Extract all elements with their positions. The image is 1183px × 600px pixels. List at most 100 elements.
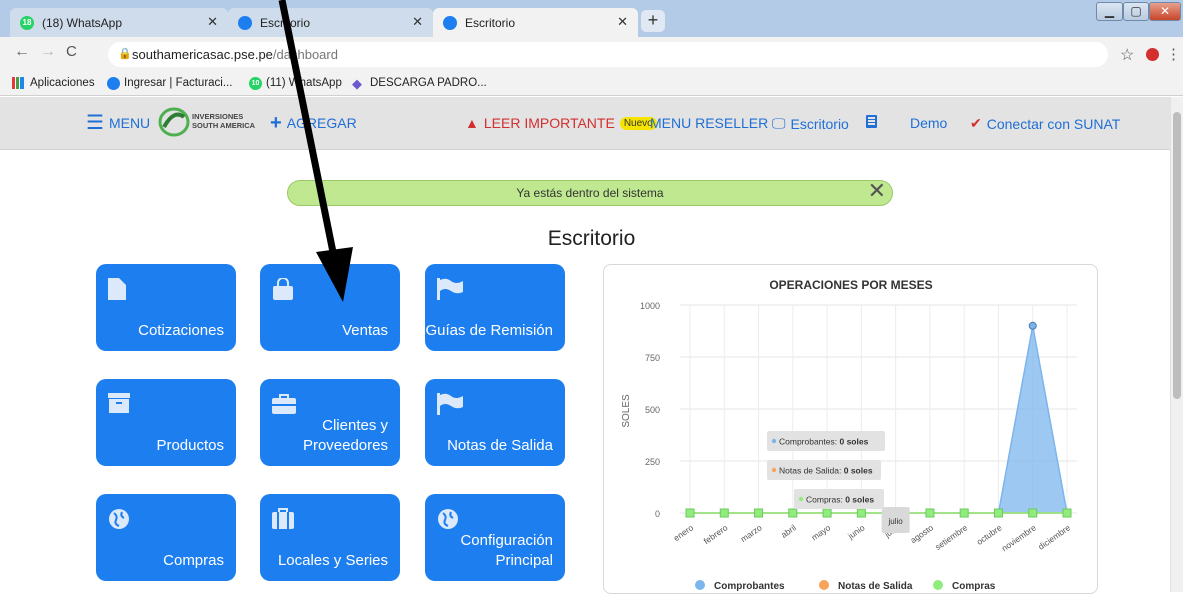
site-icon (443, 15, 457, 30)
company-logo[interactable]: INVERSIONES SOUTH AMERICA (158, 107, 258, 139)
close-icon[interactable]: ✕ (868, 179, 886, 203)
bookmark-whatsapp[interactable]: (11) WhatsApp (266, 77, 342, 89)
document-icon (108, 278, 126, 300)
shopping-bag-icon (273, 278, 293, 300)
new-tab-button[interactable]: + (641, 10, 665, 32)
warning-icon: ▲ (465, 115, 479, 131)
chart-x-tick-label: abril (779, 522, 798, 539)
close-icon[interactable]: ✕ (207, 14, 218, 30)
menu-button[interactable]: ☰ MENU (86, 112, 151, 134)
chart-legend-marker (933, 580, 943, 590)
chart-point (856, 508, 866, 518)
chart-x-tick-label: setiembre (933, 522, 970, 552)
tile-clientes[interactable]: Clientes y Proveedores (260, 379, 400, 466)
close-icon[interactable]: ✕ (617, 14, 628, 30)
hamburger-icon: ☰ (86, 112, 104, 134)
archive-box-icon (108, 393, 130, 413)
reload-icon[interactable]: C (66, 43, 77, 60)
monitor-icon: 🖵 (772, 115, 786, 131)
flag-icon (437, 393, 463, 415)
menu-label: MENU (108, 115, 151, 131)
address-bar[interactable]: 🔒 southamericasac.pse.pe/dashboard (108, 42, 1108, 67)
scrollbar-thumb[interactable] (1173, 112, 1181, 399)
chart-tooltip-marker (771, 467, 777, 473)
chart-y-tick-label: 1000 (640, 301, 660, 311)
conectar-sunat-link[interactable]: ✔ Conectar con SUNAT (970, 115, 1120, 132)
escritorio-link[interactable]: 🖵 Escritorio (772, 115, 849, 132)
chart-tooltip-value: 0 soles (844, 466, 873, 476)
maximize-button[interactable]: ▢ (1123, 2, 1149, 21)
tab-title: Escritorio (260, 15, 311, 30)
tile-productos[interactable]: Productos (96, 379, 236, 466)
chart-tooltip-value: 0 soles (839, 437, 868, 447)
back-icon[interactable]: ← (14, 43, 30, 61)
chart-tooltip-text: Notas de Salida: 0 soles (779, 466, 873, 476)
chart-point (685, 508, 695, 518)
extension-icon[interactable] (1146, 48, 1159, 61)
forward-icon[interactable]: → (40, 43, 56, 61)
chart-point (959, 508, 969, 518)
tile-locales[interactable]: Locales y Series (260, 494, 400, 581)
bookmark-aplicaciones[interactable]: Aplicaciones (30, 77, 95, 89)
kebab-menu-icon[interactable]: ⋮ (1166, 45, 1181, 63)
minimize-button[interactable]: ▁ (1096, 2, 1123, 21)
logo-line-2: SOUTH AMERICA (192, 121, 256, 130)
url-host: southamericasac.pse.pe (132, 47, 273, 62)
globe-icon (438, 509, 458, 529)
url-path: /dashboard (272, 47, 338, 62)
tile-label: Ventas (342, 322, 388, 339)
chart-x-tick-label: diciembre (1036, 522, 1072, 551)
chart-x-tick-label: junio (845, 522, 866, 541)
briefcase-icon (272, 394, 296, 414)
diamond-icon: ◆ (352, 76, 362, 91)
bookmark-descarga[interactable]: DESCARGA PADRO... (370, 77, 487, 89)
menu-reseller-link[interactable]: MENU RESELLER (650, 115, 768, 131)
tab-title: Escritorio (465, 15, 516, 30)
sunat-label: Conectar con SUNAT (986, 115, 1121, 132)
escritorio-label: Escritorio (790, 115, 849, 132)
chart-y-tick-label: 750 (645, 353, 660, 363)
tile-label: Notas de Salida (447, 437, 553, 454)
chart-tooltip-text: Compras: 0 soles (806, 495, 874, 505)
demo-link[interactable]: Demo (910, 115, 947, 131)
chart-y-axis-label: SOLES (621, 394, 632, 428)
lock-icon: 🔒 (118, 48, 132, 60)
agregar-button[interactable]: + AGREGAR (270, 113, 357, 133)
tile-label: Clientes y Proveedores (302, 417, 388, 454)
alert-text: Ya estás dentro del sistema (516, 186, 664, 200)
logo-line-1: INVERSIONES (192, 112, 244, 121)
bookmark-ingresar[interactable]: Ingresar | Facturaci... (124, 77, 232, 89)
chart-x-tick-label: marzo (739, 522, 764, 544)
chart-legend-label: Compras (952, 581, 996, 592)
browser-tab-whatsapp[interactable]: 18 (18) WhatsApp ✕ (10, 8, 228, 37)
chart-x-tick-label: mayo (809, 522, 832, 542)
site-icon (107, 77, 120, 90)
star-icon[interactable]: ☆ (1120, 45, 1134, 65)
check-icon: ✔ (970, 115, 982, 131)
calculator-icon (866, 115, 877, 128)
window-close-button[interactable]: ✕ (1149, 2, 1181, 21)
site-icon (238, 15, 252, 30)
leer-importante-link[interactable]: ▲ LEER IMPORTANTE Nuevo (465, 115, 657, 131)
chart-point (925, 508, 935, 518)
tile-label: Guías de Remisión (425, 322, 553, 339)
calculator-button[interactable] (866, 115, 877, 128)
tile-compras[interactable]: Compras (96, 494, 236, 581)
tile-guias[interactable]: Guías de Remisión (425, 264, 565, 351)
chart-point (1028, 508, 1038, 518)
tile-config[interactable]: Configuración Principal (425, 494, 565, 581)
agregar-label: AGREGAR (286, 115, 357, 131)
tile-ventas[interactable]: Ventas (260, 264, 400, 351)
tile-cotizaciones[interactable]: Cotizaciones (96, 264, 236, 351)
chart-point (1028, 321, 1037, 330)
luggage-icon (272, 508, 294, 529)
close-icon[interactable]: ✕ (412, 14, 423, 30)
tile-label: Cotizaciones (138, 322, 224, 339)
browser-tab-escritorio-2[interactable]: Escritorio ✕ (433, 8, 638, 37)
browser-tab-escritorio-1[interactable]: Escritorio ✕ (228, 8, 433, 37)
tile-notas[interactable]: Notas de Salida (425, 379, 565, 466)
globe-icon (109, 509, 129, 529)
chart-tooltip-marker (798, 496, 804, 502)
tile-label: Compras (163, 552, 224, 569)
chart-x-tick-label: octubre (975, 522, 1004, 547)
